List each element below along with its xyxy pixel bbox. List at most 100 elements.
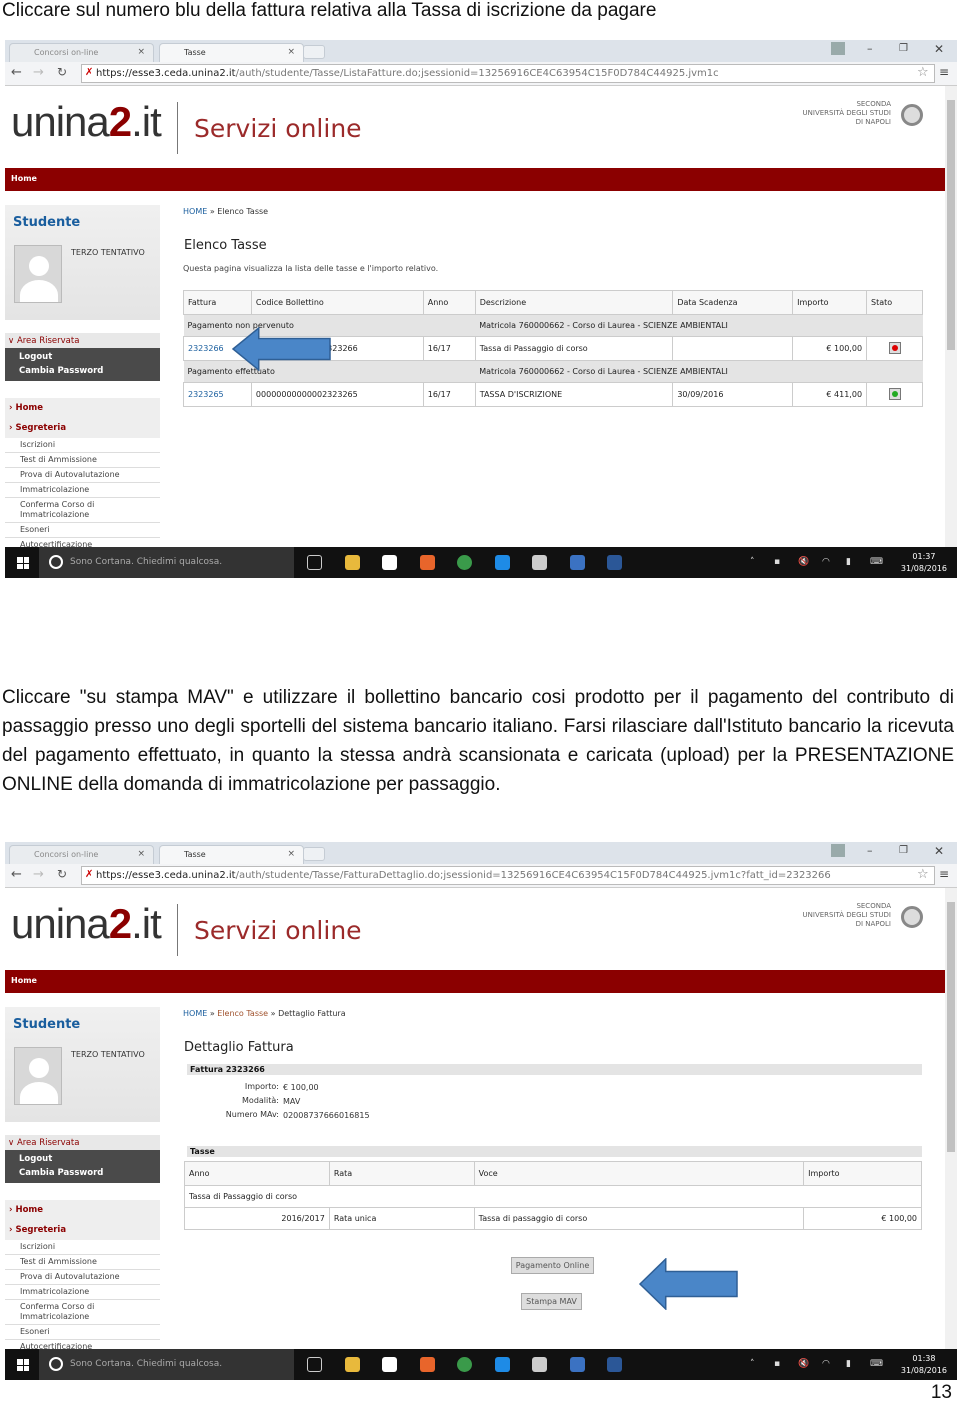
file-explorer-icon[interactable] <box>344 1357 360 1372</box>
show-hidden-icons-icon[interactable]: ˄ <box>750 1359 755 1369</box>
forward-icon[interactable]: → <box>33 867 44 882</box>
wifi-icon[interactable]: ◠ <box>822 1359 830 1369</box>
sidebar-subitem[interactable]: Prova di Autovalutazione <box>5 468 160 483</box>
close-tab-icon[interactable]: × <box>287 47 295 57</box>
word-icon[interactable] <box>607 555 622 570</box>
close-window-icon[interactable]: ✕ <box>934 42 944 56</box>
area-riservata-header[interactable]: ∨ Area Riservata <box>5 333 160 348</box>
show-hidden-icons-icon[interactable]: ˄ <box>750 557 755 567</box>
fattura-link[interactable]: 2323265 <box>188 390 224 399</box>
scrollbar[interactable] <box>945 888 957 1349</box>
windows-start-icon[interactable] <box>17 557 29 569</box>
sidebar-subitem[interactable]: Prova di Autovalutazione <box>5 1270 160 1285</box>
area-riservata-header[interactable]: ∨ Area Riservata <box>5 1135 160 1150</box>
url-input[interactable]: ✗ https://esse3.ceda.unina2.it/auth/stude… <box>81 64 935 83</box>
7zip-icon[interactable] <box>532 555 547 570</box>
close-tab-icon[interactable]: × <box>287 849 295 859</box>
scrollbar[interactable] <box>945 86 957 547</box>
store-icon[interactable] <box>382 1357 397 1372</box>
back-icon[interactable]: ← <box>11 867 22 882</box>
app-icon[interactable] <box>569 555 585 570</box>
user-icon[interactable] <box>831 844 845 857</box>
firefox-icon[interactable] <box>419 555 435 570</box>
breadcrumb-item[interactable]: HOME <box>183 1009 207 1018</box>
browser-tab[interactable]: Tasse × <box>159 43 304 62</box>
sidebar-subitem[interactable]: Immatricolazione <box>5 483 160 498</box>
keyboard-icon[interactable]: ⌨ <box>870 1359 883 1369</box>
sidebar-item-segreteria[interactable]: › Segreteria <box>5 418 160 438</box>
fattura-link[interactable]: 2323266 <box>188 344 224 353</box>
restore-icon[interactable]: ❐ <box>899 845 908 856</box>
stampa-mav-button[interactable]: Stampa MAV <box>521 1293 582 1310</box>
browser-tab[interactable]: Concorsi on-line × <box>9 845 154 864</box>
volume-muted-icon[interactable]: 🔇 <box>798 557 809 567</box>
scrollbar-thumb[interactable] <box>947 100 955 350</box>
chrome-icon[interactable] <box>457 555 472 570</box>
app-icon[interactable] <box>569 1357 585 1372</box>
wifi-icon[interactable]: ◠ <box>822 557 830 567</box>
cortana-search[interactable]: Sono Cortana. Chiedimi qualcosa. <box>39 547 294 578</box>
sidebar-subitem[interactable]: Iscrizioni <box>5 1240 160 1255</box>
file-explorer-icon[interactable] <box>344 555 360 570</box>
site-logo[interactable]: unina2.it <box>11 900 162 948</box>
sidebar-item-home[interactable]: › Home <box>5 398 160 418</box>
sidebar-subitem[interactable]: Test di Ammissione <box>5 453 160 468</box>
scrollbar-thumb[interactable] <box>947 902 955 1152</box>
word-icon[interactable] <box>607 1357 622 1372</box>
sidebar-subitem[interactable]: Conferma Corso di Immatricolazione <box>5 1300 160 1325</box>
site-logo[interactable]: unina2.it <box>11 98 162 146</box>
keyboard-icon[interactable]: ⌨ <box>870 557 883 567</box>
bookmark-star-icon[interactable]: ☆ <box>917 867 929 882</box>
browser-tab[interactable]: Concorsi on-line × <box>9 43 154 62</box>
area-link[interactable]: Logout <box>19 1152 160 1166</box>
sidebar-subitem[interactable]: Esoneri <box>5 1325 160 1340</box>
area-link[interactable]: Cambia Password <box>19 364 160 378</box>
store-icon[interactable] <box>382 555 397 570</box>
clock[interactable]: 01:37 31/08/2016 <box>901 551 947 575</box>
edge-icon[interactable] <box>494 555 510 570</box>
network-icon[interactable]: ▪ <box>774 557 780 567</box>
windows-start-icon[interactable] <box>17 1359 29 1371</box>
notifications-icon[interactable]: ▮ <box>846 557 851 567</box>
browser-tab[interactable]: Tasse × <box>159 845 304 864</box>
cortana-search[interactable]: Sono Cortana. Chiedimi qualcosa. <box>39 1349 294 1380</box>
7zip-icon[interactable] <box>532 1357 547 1372</box>
new-tab-button[interactable] <box>303 45 325 59</box>
edge-icon[interactable] <box>494 1357 510 1372</box>
firefox-icon[interactable] <box>419 1357 435 1372</box>
nav-home-link[interactable]: Home <box>11 976 37 985</box>
bookmark-star-icon[interactable]: ☆ <box>917 65 929 80</box>
url-input[interactable]: ✗ https://esse3.ceda.unina2.it/auth/stude… <box>81 866 935 885</box>
sidebar-subitem[interactable]: Immatricolazione <box>5 1285 160 1300</box>
sidebar-subitem[interactable]: Iscrizioni <box>5 438 160 453</box>
menu-icon[interactable]: ≡ <box>939 65 949 79</box>
breadcrumb-item[interactable]: Elenco Tasse <box>217 1009 268 1018</box>
notifications-icon[interactable]: ▮ <box>846 1359 851 1369</box>
breadcrumb-item[interactable]: HOME <box>183 207 207 216</box>
close-tab-icon[interactable]: × <box>137 47 145 57</box>
menu-icon[interactable]: ≡ <box>939 867 949 881</box>
reload-icon[interactable]: ↻ <box>57 867 67 881</box>
sidebar-subitem[interactable]: Conferma Corso di Immatricolazione <box>5 498 160 523</box>
nav-home-link[interactable]: Home <box>11 174 37 183</box>
task-view-icon[interactable] <box>307 1357 322 1372</box>
pagamento-online-button[interactable]: Pagamento Online <box>511 1257 594 1274</box>
area-link[interactable]: Cambia Password <box>19 1166 160 1180</box>
close-tab-icon[interactable]: × <box>137 849 145 859</box>
close-window-icon[interactable]: ✕ <box>934 844 944 858</box>
sidebar-item-home[interactable]: › Home <box>5 1200 160 1220</box>
network-icon[interactable]: ▪ <box>774 1359 780 1369</box>
volume-muted-icon[interactable]: 🔇 <box>798 1359 809 1369</box>
back-icon[interactable]: ← <box>11 65 22 80</box>
sidebar-item-segreteria[interactable]: › Segreteria <box>5 1220 160 1240</box>
sidebar-subitem[interactable]: Test di Ammissione <box>5 1255 160 1270</box>
clock[interactable]: 01:38 31/08/2016 <box>901 1353 947 1377</box>
reload-icon[interactable]: ↻ <box>57 65 67 79</box>
minimize-icon[interactable]: – <box>867 42 873 55</box>
task-view-icon[interactable] <box>307 555 322 570</box>
user-icon[interactable] <box>831 42 845 55</box>
minimize-icon[interactable]: – <box>867 844 873 857</box>
sidebar-subitem[interactable]: Esoneri <box>5 523 160 538</box>
area-link[interactable]: Logout <box>19 350 160 364</box>
new-tab-button[interactable] <box>303 847 325 861</box>
